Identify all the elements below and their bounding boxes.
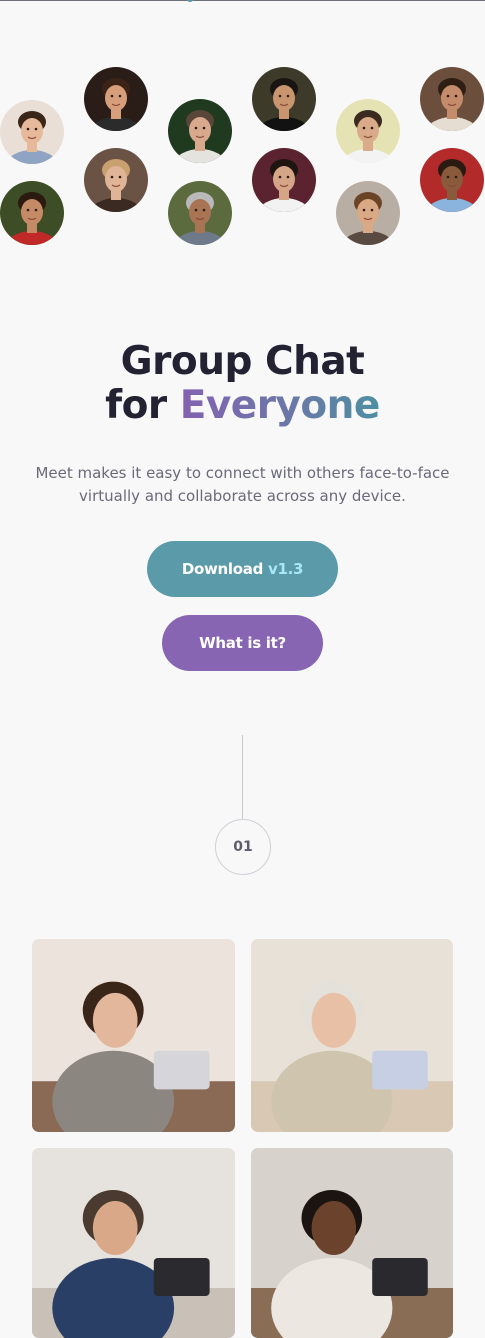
avatar-9 (168, 181, 232, 245)
photo-man-smartphone (251, 1148, 453, 1338)
step-connector-line (242, 735, 243, 819)
download-version: v1.3 (267, 560, 304, 578)
title-highlight: Everyone (179, 383, 381, 428)
title-line-2: for Everyone (0, 384, 485, 428)
photo-video-call-laptop (32, 1148, 235, 1338)
avatar-3 (168, 99, 232, 163)
download-button[interactable]: Download v1.3 (147, 541, 338, 597)
download-button-label: Download (181, 560, 264, 578)
avatar-5 (336, 99, 400, 163)
hero-subtitle: Meet makes it easy to connect with other… (35, 464, 450, 505)
avatar-7 (0, 181, 64, 245)
avatar-2 (84, 67, 148, 131)
title-for: for (105, 383, 167, 428)
avatar-12 (420, 148, 484, 212)
top-divider (0, 0, 485, 1)
avatar-6 (420, 67, 484, 131)
top-indicator (186, 0, 194, 2)
avatar-10 (252, 148, 316, 212)
step-number-badge: 01 (215, 819, 271, 875)
what-is-it-button[interactable]: What is it? (162, 615, 323, 671)
avatar-8 (84, 148, 148, 212)
page-title: Group Chat for Everyone (0, 340, 485, 428)
avatar-1 (0, 100, 64, 164)
avatar-11 (336, 181, 400, 245)
title-line-1: Group Chat (120, 339, 365, 384)
photo-three-women-phone (251, 939, 453, 1132)
avatar-4 (252, 67, 316, 131)
photo-woman-laptop (32, 939, 235, 1132)
